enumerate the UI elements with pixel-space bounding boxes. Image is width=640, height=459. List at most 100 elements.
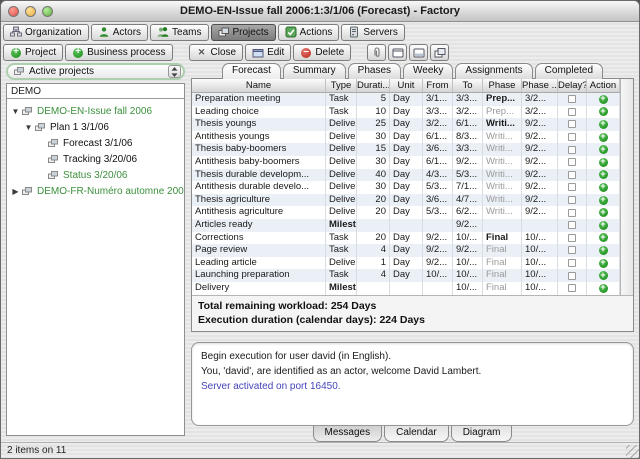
tree-item[interactable]: Status 3/20/06 <box>7 167 184 183</box>
add-action-button[interactable] <box>599 170 608 179</box>
tree-item[interactable]: Forecast 3/1/06 <box>7 135 184 151</box>
cell-phase: Writi... <box>483 143 522 156</box>
disclosure-triangle-icon[interactable]: ▼ <box>23 123 34 132</box>
table-row[interactable]: Thesis youngsDelive25Day3/2...6/1...Writ… <box>192 118 620 131</box>
table-row[interactable]: Antithesis agricultureDelive20Day5/3...6… <box>192 206 620 219</box>
bottom-tab-calendar[interactable]: Calendar <box>384 426 449 442</box>
close-button[interactable]: Close <box>189 44 244 61</box>
add-action-button[interactable] <box>599 233 608 242</box>
add-action-button[interactable] <box>599 208 608 217</box>
tab-completed[interactable]: Completed <box>535 63 603 79</box>
add-action-button[interactable] <box>599 95 608 104</box>
cascade-windows-button[interactable] <box>430 44 449 61</box>
edit-button[interactable]: Edit <box>245 44 291 61</box>
column-header[interactable]: Phase ... <box>522 79 558 92</box>
nav-tab-organization[interactable]: Organization <box>3 24 89 41</box>
add-action-button[interactable] <box>599 259 608 268</box>
add-action-button[interactable] <box>599 133 608 142</box>
table-row[interactable]: Thesis durable developm...Delive40Day4/3… <box>192 169 620 182</box>
filter-stepper-icon[interactable] <box>168 65 181 78</box>
delay-checkbox[interactable] <box>568 209 576 217</box>
tab-summary[interactable]: Summary <box>283 63 346 79</box>
tree-item[interactable]: ▼Plan 1 3/1/06 <box>7 119 184 135</box>
table-row[interactable]: CorrectionsTask20Day9/2...10/...Final10/… <box>192 232 620 245</box>
delay-checkbox[interactable] <box>568 146 576 154</box>
add-action-button[interactable] <box>599 120 608 129</box>
tree-item[interactable]: Tracking 3/20/06 <box>7 151 184 167</box>
tab-forecast[interactable]: Forecast <box>222 63 281 79</box>
bottom-tab-messages[interactable]: Messages <box>313 426 383 442</box>
table-row[interactable]: Antithesis baby-boomersDelive30Day6/1...… <box>192 156 620 169</box>
column-header[interactable]: Type <box>326 79 357 92</box>
table-row[interactable]: Leading choiceTask10Day3/3...3/2...Prep.… <box>192 106 620 119</box>
delay-checkbox[interactable] <box>568 221 576 229</box>
table-row[interactable]: Leading articleDelive1Day9/2...10/...Fin… <box>192 257 620 270</box>
column-header[interactable]: To <box>453 79 483 92</box>
delay-checkbox[interactable] <box>568 234 576 242</box>
tree-item[interactable]: ▶DEMO-FR-Numéro automne 2006 <box>7 183 184 199</box>
tab-assignments[interactable]: Assignments <box>455 63 532 79</box>
delay-checkbox[interactable] <box>568 183 576 191</box>
window-panel-button[interactable] <box>409 44 428 61</box>
attachment-button[interactable] <box>367 44 386 61</box>
column-header[interactable]: From <box>423 79 453 92</box>
delay-checkbox[interactable] <box>568 272 576 280</box>
column-header[interactable]: Durati... <box>357 79 390 92</box>
delay-checkbox[interactable] <box>568 171 576 179</box>
resize-grip[interactable] <box>626 445 639 458</box>
nav-tab-actors[interactable]: Actors <box>91 24 148 41</box>
business-process-button[interactable]: Business process <box>65 44 172 61</box>
project-tree[interactable]: ▼DEMO-EN-Issue fall 2006▼Plan 1 3/1/06 Fo… <box>7 99 184 435</box>
add-action-button[interactable] <box>599 221 608 230</box>
delete-button[interactable]: Delete <box>293 44 351 61</box>
project-button[interactable]: Project <box>3 44 63 61</box>
add-action-button[interactable] <box>599 271 608 280</box>
nav-tab-teams[interactable]: Teams <box>150 24 208 41</box>
column-header[interactable]: Delay? <box>558 79 587 92</box>
add-action-button[interactable] <box>599 107 608 116</box>
tree-item[interactable]: ▼DEMO-EN-Issue fall 2006 <box>7 103 184 119</box>
column-header[interactable]: Phase <box>483 79 522 92</box>
delay-checkbox[interactable] <box>568 246 576 254</box>
table-row[interactable]: Thesis baby-boomersDelive15Day3/6...3/3.… <box>192 143 620 156</box>
column-header[interactable]: Unit <box>390 79 423 92</box>
table-row[interactable]: Articles readyMilest9/2... <box>192 219 620 232</box>
bottom-tab-diagram[interactable]: Diagram <box>451 426 513 442</box>
nav-tab-servers[interactable]: Servers <box>341 24 404 41</box>
add-action-button[interactable] <box>599 284 608 293</box>
team-icon <box>157 26 169 38</box>
table-row[interactable]: Page reviewTask4Day9/2...9/2...Final10/.… <box>192 244 620 257</box>
disclosure-triangle-icon[interactable]: ▼ <box>10 107 21 116</box>
tree-item-label: Forecast 3/1/06 <box>63 138 132 149</box>
delay-checkbox[interactable] <box>568 284 576 292</box>
delay-checkbox[interactable] <box>568 196 576 204</box>
add-action-button[interactable] <box>599 246 608 255</box>
nav-tab-actions[interactable]: Actions <box>278 24 340 41</box>
column-header[interactable]: Name <box>192 79 326 92</box>
nav-tab-projects[interactable]: Projects <box>211 24 276 41</box>
table-row[interactable]: Thesis agricultureDelive20Day3/6...4/7..… <box>192 194 620 207</box>
table-row[interactable]: Launching preparationTask4Day10/...10/..… <box>192 269 620 282</box>
delay-checkbox[interactable] <box>568 158 576 166</box>
table-row[interactable]: Preparation meetingTask5Day3/1...3/3...P… <box>192 93 620 106</box>
table-scrollbar[interactable] <box>620 79 633 295</box>
disclosure-triangle-icon[interactable]: ▶ <box>10 187 21 196</box>
add-action-button[interactable] <box>599 183 608 192</box>
add-action-button[interactable] <box>599 158 608 167</box>
tab-weeky[interactable]: Weeky <box>403 63 453 79</box>
column-header[interactable]: Action <box>587 79 620 92</box>
tab-phases[interactable]: Phases <box>348 63 401 79</box>
delay-checkbox[interactable] <box>568 108 576 116</box>
delay-checkbox[interactable] <box>568 120 576 128</box>
add-action-button[interactable] <box>599 196 608 205</box>
delay-checkbox[interactable] <box>568 95 576 103</box>
delay-checkbox[interactable] <box>568 133 576 141</box>
table-row[interactable]: Antithesis youngsDelive30Day6/1...8/3...… <box>192 131 620 144</box>
window-button[interactable] <box>388 44 407 61</box>
table-row[interactable]: DeliveryMilest10/...Final10/... <box>192 282 620 295</box>
add-action-button[interactable] <box>599 145 608 154</box>
messages-log[interactable]: Begin execution for user david (in Engli… <box>191 342 634 426</box>
delay-checkbox[interactable] <box>568 259 576 267</box>
project-filter-select[interactable]: Active projects <box>6 63 185 80</box>
table-row[interactable]: Antithesis durable develo...Delive30Day5… <box>192 181 620 194</box>
